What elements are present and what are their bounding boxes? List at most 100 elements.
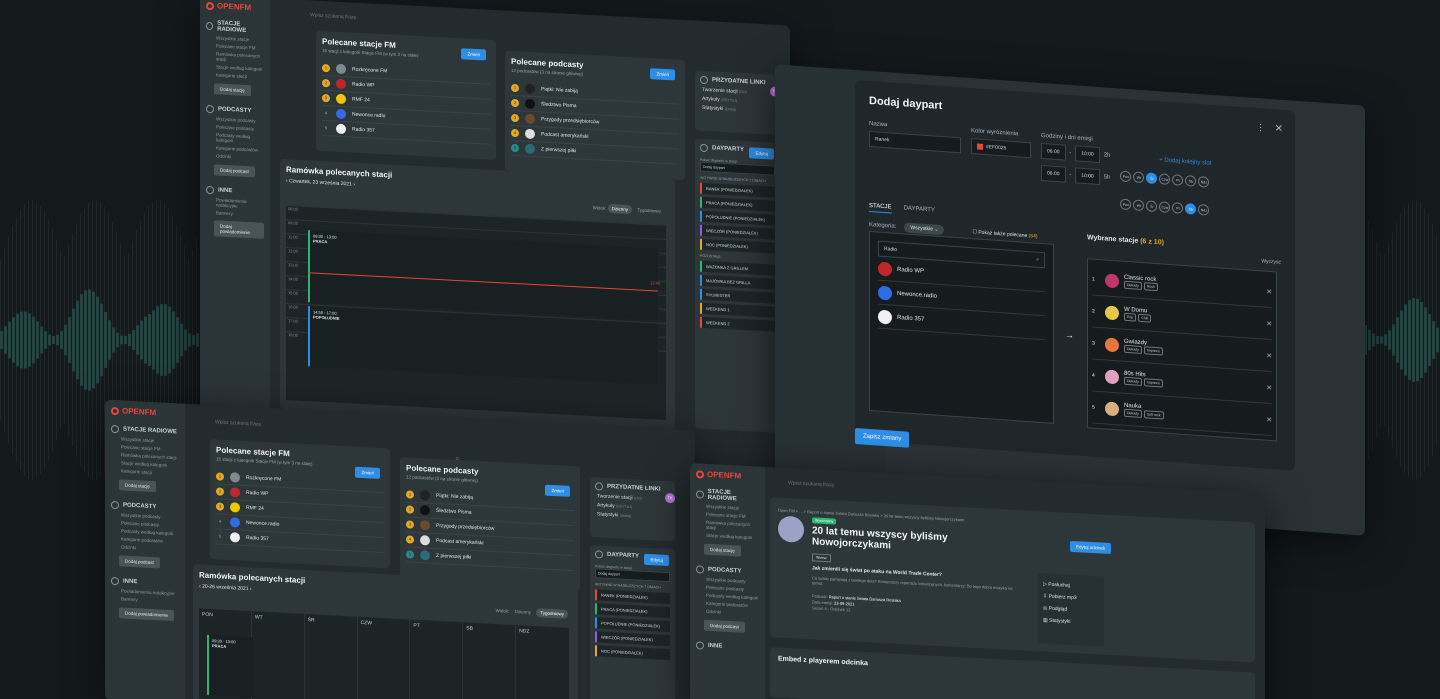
sidebar-link[interactable]: Wszystkie stacje bbox=[706, 504, 759, 512]
add-station-button[interactable]: Dodaj stację bbox=[704, 543, 741, 557]
daypart-tile[interactable]: RANEK (PONIEDZIAŁEK) bbox=[595, 589, 670, 605]
day-pills-2[interactable]: Pon Wt Śr Czw Pt Sb Ndz bbox=[1120, 193, 1211, 217]
daypart-tile[interactable]: SYLWESTER bbox=[700, 288, 775, 304]
view-day-button[interactable]: Dzienny bbox=[607, 203, 632, 215]
sidebar-link[interactable]: Kategorie podcastów bbox=[121, 536, 179, 544]
name-input[interactable]: Ranek bbox=[869, 130, 961, 154]
sidebar-link[interactable]: Kategorie stacji bbox=[216, 72, 264, 80]
remove-icon[interactable]: ✕ bbox=[1266, 415, 1272, 423]
sidebar-link[interactable]: Ramówka polecanych stacji bbox=[216, 51, 264, 64]
close-icon[interactable]: ✕ bbox=[1275, 123, 1283, 135]
edit-podcasts-button[interactable]: Zmień bbox=[650, 68, 675, 81]
edit-fm-button[interactable]: Zmień bbox=[461, 48, 486, 61]
link-statistics[interactable]: Statystyki (Dodaj) bbox=[702, 105, 775, 115]
stats-button[interactable]: ▥ Statystyki bbox=[1043, 614, 1099, 629]
search-input[interactable]: Wpisz szukaną frazę bbox=[788, 480, 834, 488]
daypart-tile[interactable]: NOC (PONIEDZIAŁEK) bbox=[700, 238, 775, 254]
sidebar-link[interactable]: Powiadomienia redakcyjne bbox=[121, 588, 179, 596]
slot-to[interactable]: 10:00 bbox=[1075, 167, 1100, 186]
daypart-tile[interactable]: PRACA (PONIEDZIAŁEK) bbox=[595, 603, 670, 619]
sidebar-link[interactable]: Ramówka polecanych stacji bbox=[706, 520, 759, 533]
tab-dayparts[interactable]: DAYPARTY bbox=[904, 205, 935, 216]
sidebar-link[interactable]: Polecane podcasty bbox=[121, 520, 179, 528]
link-articles[interactable]: Artykuły (EDYTUJ) bbox=[597, 502, 670, 512]
view-week-button[interactable]: Tygodniowy bbox=[536, 608, 568, 619]
add-notification-button[interactable]: Dodaj powiadomienie bbox=[119, 607, 175, 622]
add-station-button[interactable]: Dodaj stację bbox=[119, 479, 156, 493]
sidebar-link[interactable]: Kategorie stacji bbox=[121, 468, 179, 476]
add-station-button[interactable]: Dodaj stację bbox=[214, 83, 251, 97]
remove-icon[interactable]: ✕ bbox=[1266, 287, 1272, 295]
sidebar-link[interactable]: Powiadomienia redakcyjne bbox=[216, 197, 264, 210]
tab-stations[interactable]: STACJE bbox=[869, 202, 892, 214]
sidebar-link[interactable]: Kategorie podcastów bbox=[216, 145, 264, 153]
add-podcast-button[interactable]: Dodaj podcast bbox=[704, 619, 745, 633]
search-input[interactable]: Wpisz szukaną frazę bbox=[215, 419, 261, 427]
sidebar-link[interactable]: Polecane stacje FM bbox=[216, 43, 264, 51]
sidebar-link[interactable]: Wszystkie podcasty bbox=[121, 512, 179, 520]
sidebar-link[interactable]: Odcinki bbox=[706, 609, 759, 617]
user-avatar[interactable]: TK bbox=[665, 492, 675, 504]
more-icon[interactable]: ⋮ bbox=[1256, 122, 1265, 134]
edit-fm-button[interactable]: Zmień bbox=[355, 466, 380, 479]
daypart-tile[interactable]: POPOŁUDNIE (PONIEDZIAŁEK) bbox=[595, 617, 670, 633]
daypart-tile[interactable]: WEEKEND 1 bbox=[700, 302, 775, 318]
sidebar-link[interactable]: Podcasty według kategorii bbox=[121, 528, 179, 536]
sidebar-link[interactable]: Odcinki bbox=[121, 544, 179, 552]
remove-icon[interactable]: ✕ bbox=[1266, 351, 1272, 359]
sidebar-link[interactable]: Kategorie podcastów bbox=[706, 601, 759, 609]
sidebar-link[interactable]: Bannery bbox=[121, 596, 179, 604]
week-block-work[interactable]: 09:30 - 13:00 PRACA bbox=[207, 634, 253, 698]
view-week-button[interactable]: Tygodniowy bbox=[633, 205, 665, 216]
edit-dayparts-button[interactable]: Edytuj bbox=[644, 553, 669, 567]
remove-icon[interactable]: ✕ bbox=[1266, 319, 1272, 327]
daypart-tile[interactable]: MAJÓWKA BEZ GRILLA bbox=[700, 274, 775, 290]
sidebar-link[interactable]: Wszystkie stacje bbox=[216, 35, 264, 43]
sidebar-link[interactable]: Podcasty według kategorii bbox=[706, 593, 759, 601]
add-podcast-button[interactable]: Dodaj podcast bbox=[214, 164, 255, 178]
sidebar-link[interactable]: Bannery bbox=[216, 210, 264, 218]
openfm-logo: OPENFM bbox=[206, 1, 264, 13]
link-articles[interactable]: Artykuły (EDYTUJ) bbox=[702, 96, 775, 106]
edit-episode-button[interactable]: Edytuj odcinek bbox=[1070, 540, 1112, 555]
sidebar-link[interactable]: Podcasty według kategorii bbox=[216, 132, 264, 145]
search-input[interactable]: Wpisz szukaną frazę bbox=[310, 12, 356, 20]
sidebar-link[interactable]: Wszystkie podcasty bbox=[706, 577, 759, 585]
sidebar-link[interactable]: Wszystkie podcasty bbox=[216, 116, 264, 124]
edit-podcasts-button[interactable]: Zmień bbox=[545, 484, 570, 497]
sidebar-link[interactable]: Polecane stacje FM bbox=[121, 444, 179, 452]
sidebar-link[interactable]: Odcinki bbox=[216, 153, 264, 161]
daypart-tile[interactable]: POPOŁUDNIE (PONIEDZIAŁEK) bbox=[700, 210, 775, 226]
daypart-tile[interactable]: WEEKEND 2 bbox=[700, 316, 775, 332]
link-statistics[interactable]: Statystyki (Dodaj) bbox=[597, 511, 670, 521]
slot-to[interactable]: 10:00 bbox=[1075, 145, 1100, 164]
move-arrow-icon[interactable]: → bbox=[1065, 330, 1074, 341]
view-day-button[interactable]: Dzienny bbox=[511, 607, 535, 617]
sidebar-link[interactable]: Polecane podcasty bbox=[706, 585, 759, 593]
day-pills-1[interactable]: Pon Wt Śr Czw Pt Sb Ndz bbox=[1120, 165, 1211, 189]
sidebar-link[interactable]: Wszystkie stacje bbox=[121, 436, 179, 444]
daypart-tile[interactable]: RANEK (PONIEDZIAŁEK) bbox=[700, 182, 775, 198]
color-input[interactable]: #EF0025 bbox=[971, 138, 1031, 159]
sidebar-link[interactable]: Polecane podcasty bbox=[216, 124, 264, 132]
sidebar-link[interactable]: Stacje według kategorii bbox=[121, 460, 179, 468]
slot-from[interactable]: 06:00 bbox=[1041, 142, 1066, 161]
daypart-tile[interactable]: WAŻONKA Z GRILLEM bbox=[700, 260, 775, 276]
clear-button[interactable]: Wyczyść bbox=[1261, 258, 1281, 265]
edit-dayparts-button[interactable]: Edytuj bbox=[749, 147, 774, 160]
daypart-tile[interactable]: WIECZÓR (PONIEDZIAŁEK) bbox=[595, 631, 670, 647]
daypart-tile[interactable]: PRACA (PONIEDZIAŁEK) bbox=[700, 196, 775, 212]
add-notification-button[interactable]: Dodaj powiadomienie bbox=[214, 220, 264, 239]
remove-icon[interactable]: ✕ bbox=[1266, 383, 1272, 391]
sidebar: OPENFM STACJE RADIOWE Wszystkie stacje P… bbox=[105, 399, 185, 699]
sidebar-link[interactable]: Stacje według kategorii bbox=[706, 533, 759, 541]
sidebar-link[interactable]: Polecane stacje FM bbox=[706, 512, 759, 520]
daypart-tile[interactable]: NOC (PONIEDZIAŁEK) bbox=[595, 645, 670, 661]
add-podcast-button[interactable]: Dodaj podcast bbox=[119, 555, 160, 569]
sidebar-link[interactable]: Stacje według kategorii bbox=[216, 64, 264, 72]
daypart-tile[interactable]: WIECZÓR (PONIEDZIAŁEK) bbox=[700, 224, 775, 240]
link-create-station[interactable]: Tworzenie stacji (Ctrl) bbox=[597, 493, 670, 503]
link-create-station[interactable]: Tworzenie stacji (Ctrl) bbox=[702, 87, 775, 97]
sidebar-link[interactable]: Ramówka polecanych stacji bbox=[121, 452, 179, 460]
slot-from[interactable]: 06:00 bbox=[1041, 164, 1066, 183]
